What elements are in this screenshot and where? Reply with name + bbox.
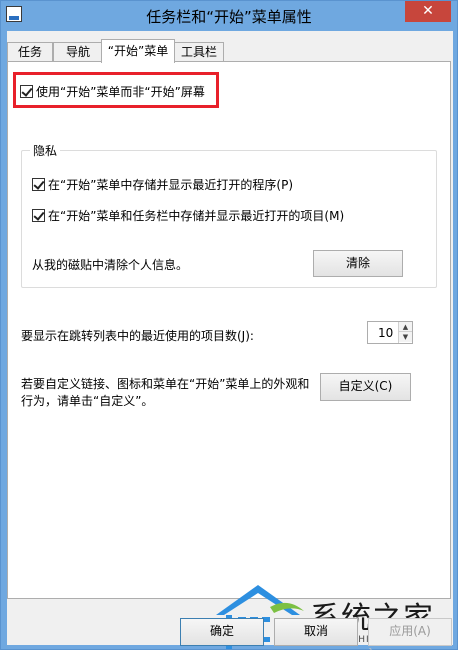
clear-tiles-text: 从我的磁贴中清除个人信息。 <box>32 258 189 272</box>
spinner-arrows: ▲ ▼ <box>398 322 412 343</box>
cancel-button[interactable]: 取消 <box>274 618 358 646</box>
tab-strip: 任务栏 导航 “开始”菜单 工具栏 <box>7 39 453 77</box>
privacy-legend: 隐私 <box>30 142 61 159</box>
jumplist-count-spinner[interactable]: 10 ▲ ▼ <box>367 321 413 344</box>
clear-button[interactable]: 清除 <box>313 250 403 277</box>
jumplist-count-label: 要显示在跳转列表中的最近使用的项目数(J): <box>21 329 254 343</box>
store-recent-items-checkbox[interactable] <box>32 209 45 222</box>
title-bar[interactable]: 任务栏和“开始”菜单属性 ✕ <box>1 1 457 31</box>
customize-button[interactable]: 自定义(C) <box>320 373 411 401</box>
tab-taskbar[interactable]: 任务栏 <box>7 42 53 77</box>
close-button[interactable]: ✕ <box>405 1 451 22</box>
tab-navigation[interactable]: 导航 <box>53 42 103 62</box>
privacy-group: 隐私 在“开始”菜单中存储并显示最近打开的程序(P) 在“开始”菜单和任务栏中存… <box>21 142 437 288</box>
use-start-menu-option[interactable]: 使用“开始”菜单而非“开始”屏幕 <box>20 83 205 100</box>
start-menu-panel: 使用“开始”菜单而非“开始”屏幕 隐私 在“开始”菜单中存储并显示最近打开的程序… <box>7 61 451 650</box>
window-title: 任务栏和“开始”菜单属性 <box>146 8 312 26</box>
customize-text-line2: 行为，请单击“自定义”。 <box>21 394 154 408</box>
jumplist-count-value[interactable]: 10 <box>378 326 393 340</box>
tab-toolbars[interactable]: 工具栏 <box>174 42 224 62</box>
store-recent-programs-label: 在“开始”菜单中存储并显示最近打开的程序(P) <box>48 178 294 192</box>
store-recent-items-option[interactable]: 在“开始”菜单和任务栏中存储并显示最近打开的项目(M) <box>32 207 344 224</box>
dialog-client: 任务栏 导航 “开始”菜单 工具栏 使用“开始”菜单而非“开始”屏幕 隐私 在“… <box>7 31 453 650</box>
spin-down-icon[interactable]: ▼ <box>399 332 412 342</box>
store-recent-programs-option[interactable]: 在“开始”菜单中存储并显示最近打开的程序(P) <box>32 176 293 193</box>
properties-window: 任务栏和“开始”菜单属性 ✕ 任务栏 导航 “开始”菜单 工具栏 使用“开始”菜… <box>0 0 458 650</box>
ok-button[interactable]: 确定 <box>180 618 264 646</box>
store-recent-programs-checkbox[interactable] <box>32 178 45 191</box>
store-recent-items-label: 在“开始”菜单和任务栏中存储并显示最近打开的项目(M) <box>48 209 345 223</box>
tab-start-menu[interactable]: “开始”菜单 <box>101 39 175 63</box>
customize-text-line1: 若要自定义链接、图标和菜单在“开始”菜单上的外观和 <box>21 377 310 391</box>
use-start-menu-label: 使用“开始”菜单而非“开始”屏幕 <box>36 85 205 99</box>
apply-button[interactable]: 应用(A) <box>368 618 452 646</box>
use-start-menu-checkbox[interactable] <box>20 85 33 98</box>
spin-up-icon[interactable]: ▲ <box>399 322 412 332</box>
